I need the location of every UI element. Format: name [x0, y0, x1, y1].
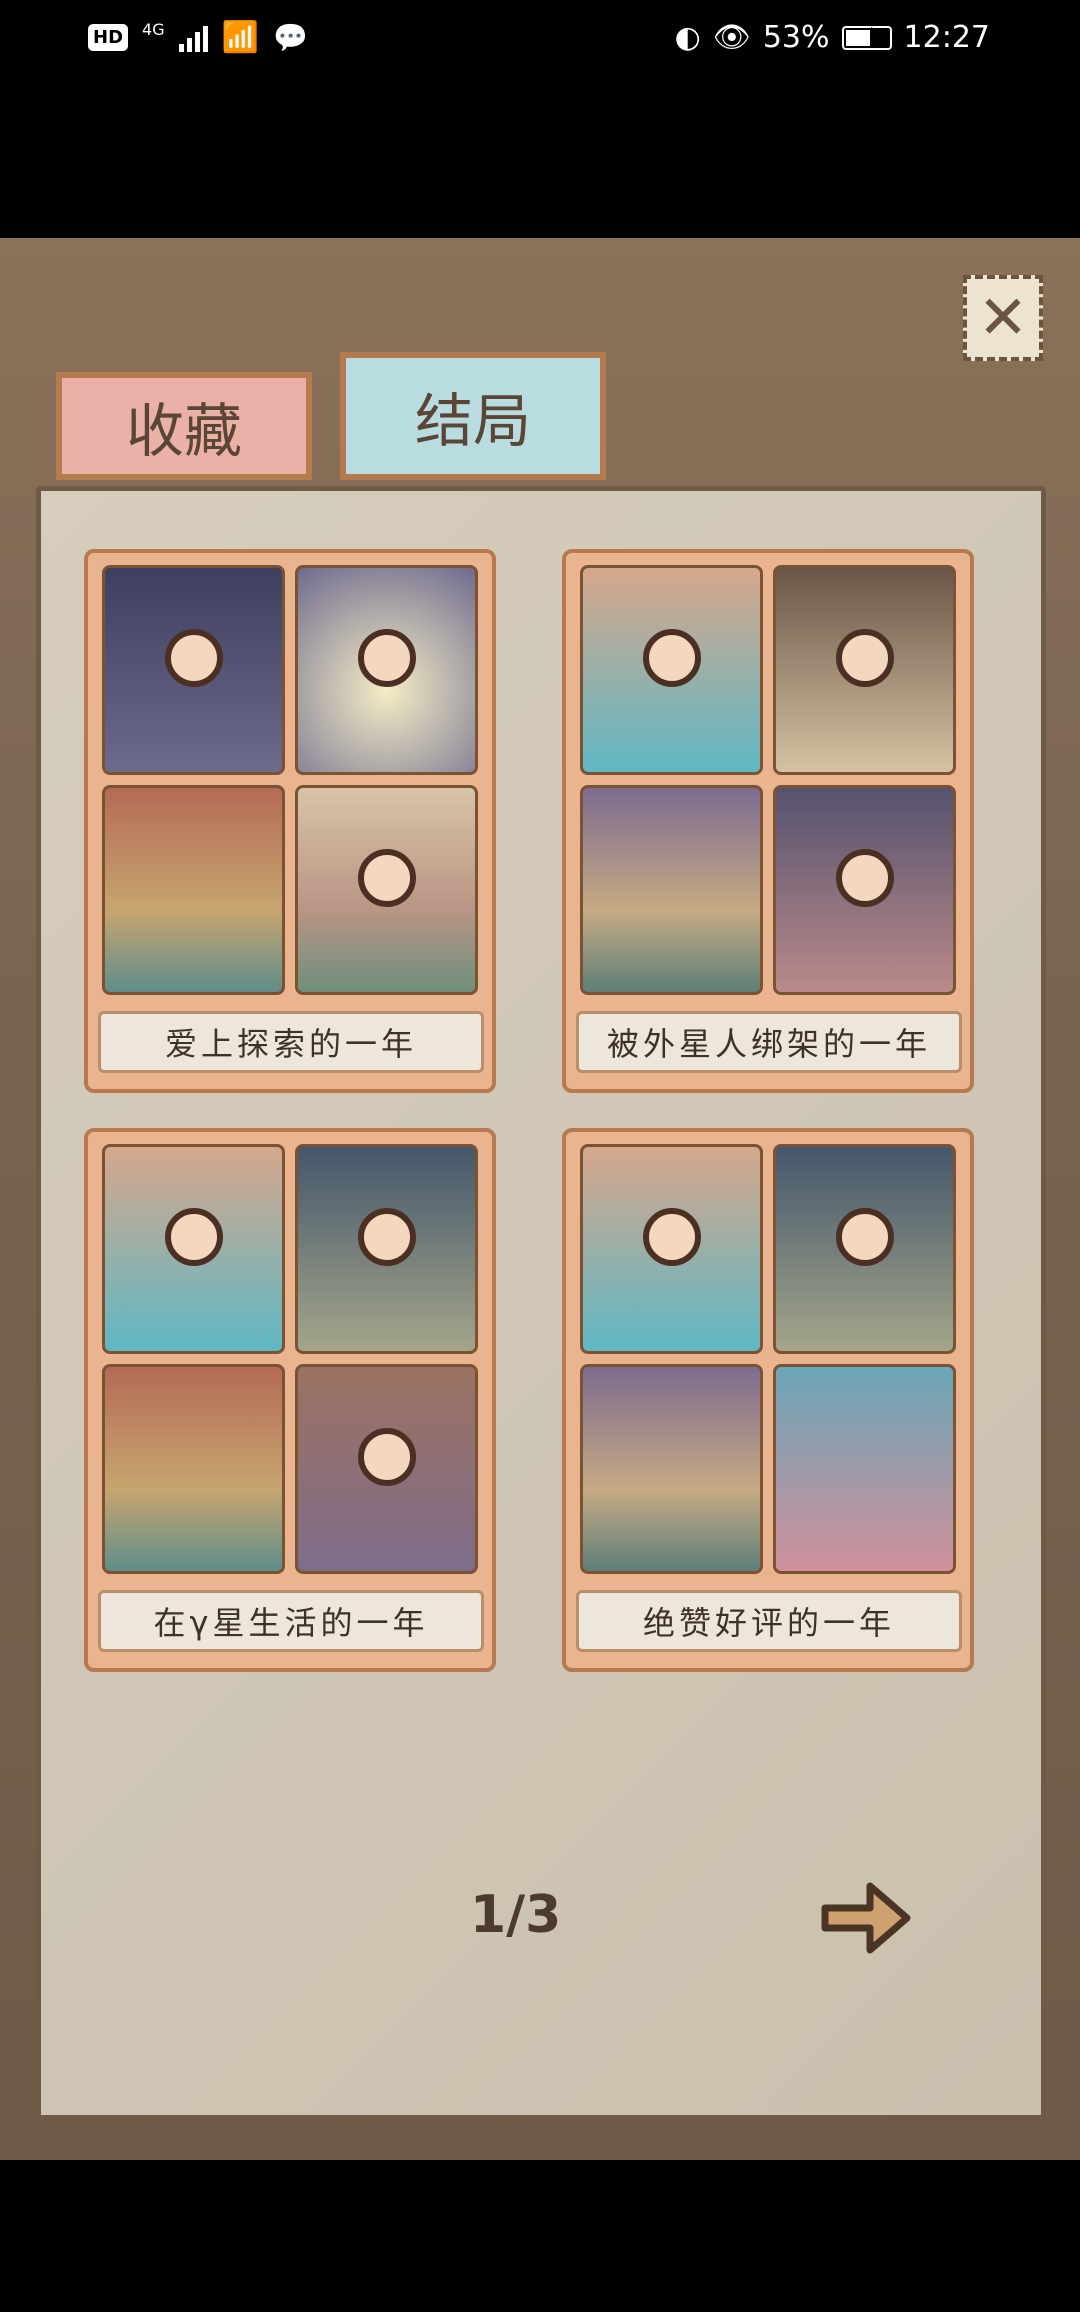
tab-label: 收藏	[125, 397, 242, 465]
thumbnail	[102, 1144, 285, 1354]
thumbnail	[580, 565, 763, 775]
ending-title: 爱上探索的一年	[98, 1011, 484, 1073]
tab-favorites[interactable]: 收藏	[56, 372, 312, 480]
ending-thumbnails	[580, 1144, 956, 1574]
close-button[interactable]: ✕	[963, 275, 1043, 361]
network-type: 4G	[142, 20, 165, 39]
ending-title: 被外星人绑架的一年	[576, 1011, 962, 1073]
thumbnail	[295, 1144, 478, 1354]
thumbnail	[295, 785, 478, 995]
thumbnail	[773, 1364, 956, 1574]
wechat-icon: 💬	[272, 21, 308, 54]
arrow-right-icon	[821, 1882, 911, 1954]
wifi-icon: 📶	[221, 20, 259, 55]
ending-thumbnails	[102, 1144, 478, 1574]
ending-card[interactable]: 爱上探索的一年	[84, 549, 496, 1093]
hd-badge: HD	[88, 24, 129, 51]
thumbnail	[102, 565, 285, 775]
data-saver-icon: ◐	[674, 20, 701, 55]
tab-label: 结局	[414, 387, 531, 455]
battery-icon: ⚡	[841, 24, 892, 50]
thumbnail	[580, 1364, 763, 1574]
thumbnail	[773, 785, 956, 995]
status-bar: HD 4G 📶 💬 ◐ 👁 53% ⚡ 12:27	[0, 0, 1080, 80]
ending-card[interactable]: 被外星人绑架的一年	[562, 549, 974, 1093]
thumbnail	[102, 785, 285, 995]
thumbnail	[773, 1144, 956, 1354]
status-right: ◐ 👁 53% ⚡ 12:27	[675, 20, 990, 55]
status-left: HD 4G 📶 💬	[88, 20, 308, 55]
ending-title: 在γ星生活的一年	[98, 1590, 484, 1652]
battery-percent: 53%	[762, 20, 830, 55]
ending-title: 绝赞好评的一年	[576, 1590, 962, 1652]
page-indicator: 1/3	[470, 1885, 562, 1945]
thumbnail	[580, 785, 763, 995]
ending-card[interactable]: 绝赞好评的一年	[562, 1128, 974, 1672]
ending-card[interactable]: 在γ星生活的一年	[84, 1128, 496, 1672]
thumbnail	[295, 1364, 478, 1574]
signal-icon	[178, 24, 208, 52]
clock: 12:27	[903, 20, 990, 55]
bottom-bar	[0, 2160, 1080, 2312]
thumbnail	[580, 1144, 763, 1354]
eye-comfort-icon: 👁	[712, 20, 751, 55]
thumbnail	[102, 1364, 285, 1574]
tab-endings[interactable]: 结局	[340, 352, 606, 480]
thumbnail	[295, 565, 478, 775]
thumbnail	[773, 565, 956, 775]
ending-thumbnails	[102, 565, 478, 995]
next-page-button[interactable]	[815, 1868, 915, 1968]
ending-thumbnails	[580, 565, 956, 995]
close-icon: ✕	[977, 283, 1029, 353]
